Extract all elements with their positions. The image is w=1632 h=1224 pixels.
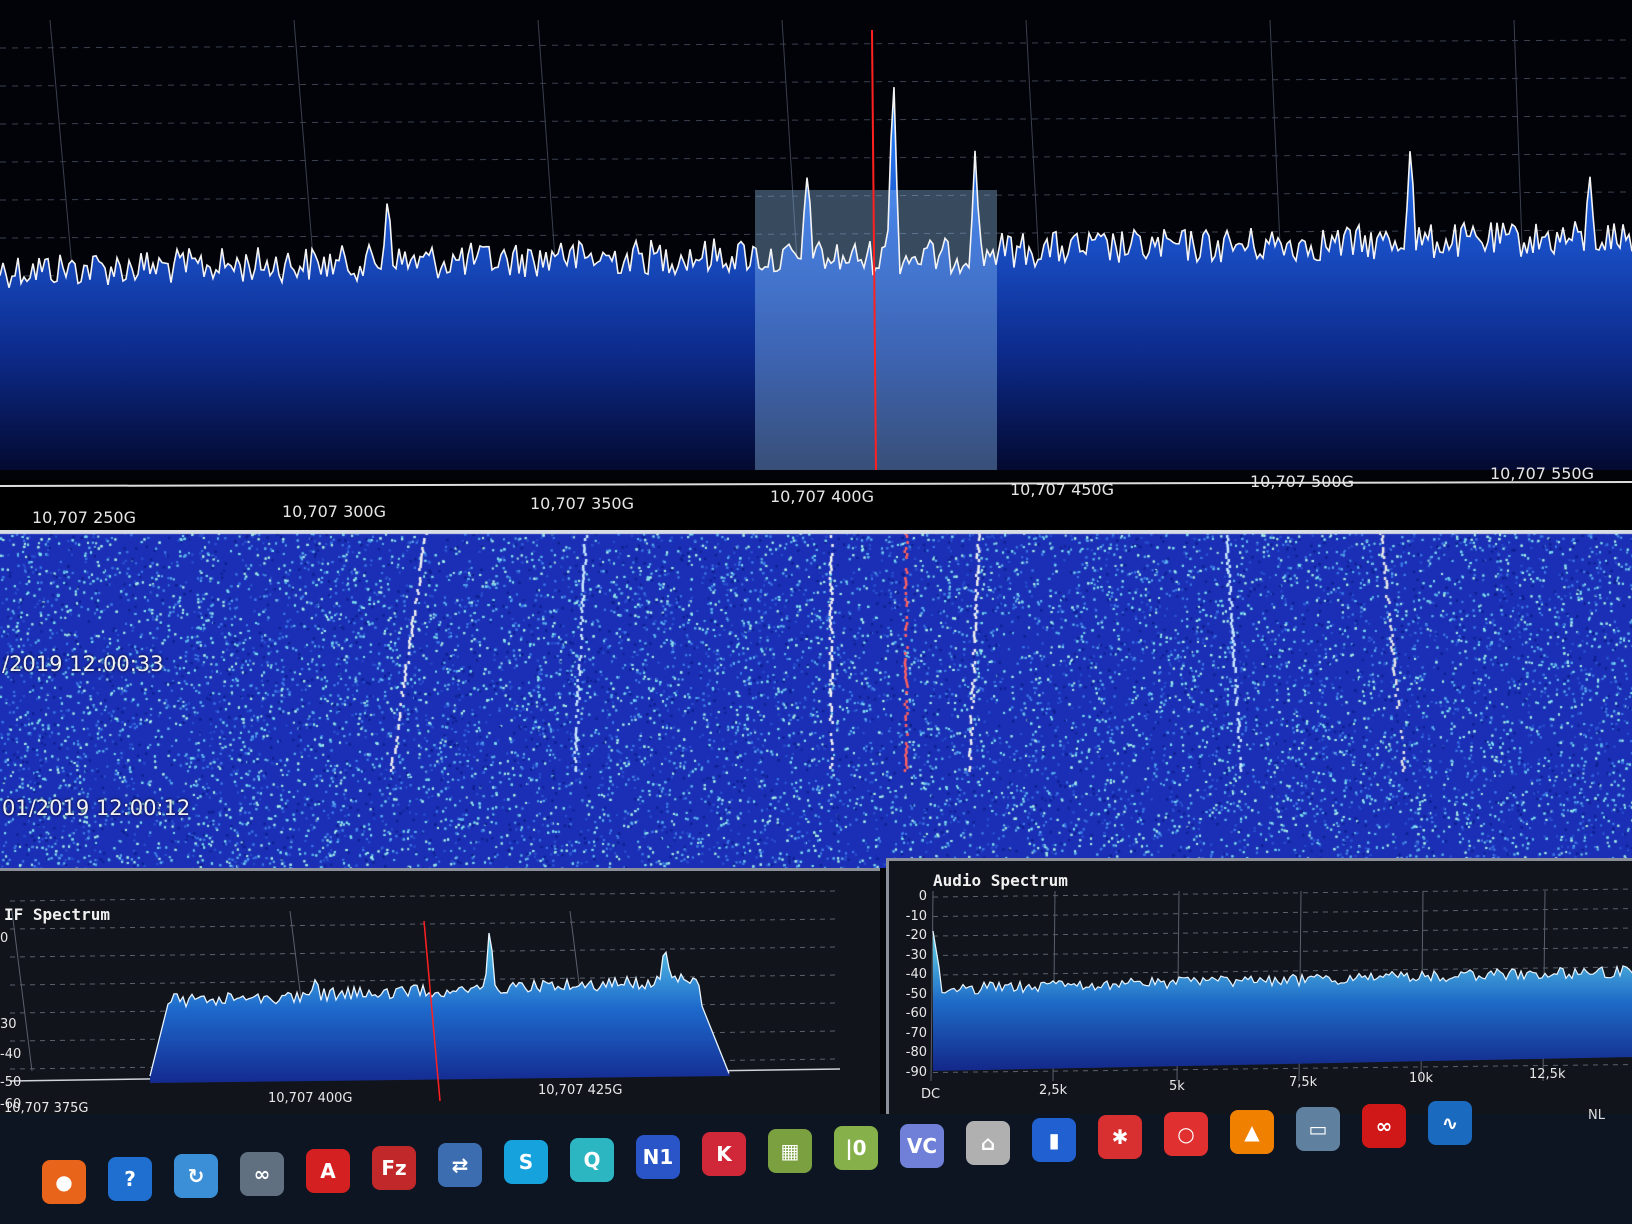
audio-x-tick: 5k — [1169, 1079, 1185, 1094]
chart-icon[interactable]: ▦ — [768, 1129, 812, 1174]
audio-y-tick: -50 — [905, 986, 927, 1002]
acrobat-icon[interactable]: A — [306, 1148, 350, 1193]
firefox-icon[interactable]: ● — [42, 1160, 86, 1204]
audio-x-tick: 7,5k — [1289, 1075, 1318, 1090]
audio-x-tick: 10k — [1409, 1071, 1434, 1086]
skype-icon[interactable]: S — [504, 1140, 548, 1185]
audio-y-tick: -80 — [905, 1045, 927, 1060]
if-spectrum-fill — [150, 933, 730, 1083]
flag-icon[interactable]: ▮ — [1032, 1118, 1076, 1162]
audio-y-tick: 0 — [918, 889, 927, 904]
if-spectrum-panel[interactable]: IF Spectrum 0 30 -40 -50 -60 10,707 375G… — [0, 868, 880, 1117]
qsl-icon[interactable]: K — [702, 1132, 746, 1176]
freq-label: 10,707 450G — [1010, 480, 1115, 499]
audio-y-tick: -60 — [905, 1006, 927, 1021]
waterfall-canvas[interactable] — [0, 530, 1632, 868]
audio-y-tick: -10 — [905, 908, 927, 924]
freq-label: 10,707 500G — [1250, 472, 1355, 491]
audio-spectrum-panel[interactable]: Audio Spectrum 0 -10 -20 -30 -40 -50 -60 -70 -80… — [886, 858, 1632, 1117]
n1mm-icon[interactable]: N1 — [636, 1134, 680, 1179]
freq-label: 10,707 550G — [1490, 464, 1595, 483]
sync-icon[interactable]: ↻ — [174, 1154, 218, 1199]
if-spectrum-plot[interactable] — [0, 871, 880, 1117]
quicktime-icon[interactable]: Q — [570, 1137, 614, 1182]
sdr-icon[interactable]: ∿ — [1428, 1101, 1472, 1146]
photo-icon[interactable]: ▭ — [1296, 1106, 1340, 1151]
filezilla-icon[interactable]: Fz — [372, 1146, 416, 1190]
ring-icon[interactable]: ○ — [1164, 1112, 1208, 1157]
freq-label: 10,707 400G — [770, 487, 875, 506]
audio-y-tick: -20 — [905, 928, 927, 943]
audio-x-tick: 12,5k — [1529, 1067, 1566, 1082]
waterfall-timestamp: 01/2019 12:00:12 — [2, 796, 191, 820]
audio-y-tick: -90 — [905, 1064, 927, 1080]
creative-cloud-icon[interactable]: ∞ — [1362, 1104, 1406, 1148]
vc-icon[interactable]: VC — [900, 1123, 944, 1168]
tower-icon[interactable]: ⌂ — [966, 1120, 1010, 1165]
audio-y-tick: -70 — [905, 1025, 927, 1041]
waterfall-timestamp: /2019 12:00:33 — [2, 652, 164, 676]
vlc-icon[interactable]: ▲ — [1230, 1109, 1274, 1154]
if-spectrum-title: IF Spectrum — [4, 905, 110, 924]
audio-spectrum-plot[interactable] — [889, 861, 1632, 1117]
freq-label: 10,707 300G — [282, 502, 387, 521]
if-y-tick: 30 — [0, 1017, 17, 1032]
if-x-tick: 10,707 425G — [538, 1083, 623, 1098]
audio-x-tick: DC — [921, 1087, 941, 1102]
freq-label: 10,707 250G — [32, 508, 137, 527]
if-y-tick: -50 — [0, 1075, 22, 1090]
network-icon[interactable]: ∞ — [240, 1151, 284, 1196]
main-spectrum-plot[interactable] — [0, 0, 1632, 480]
help-icon[interactable]: ? — [108, 1157, 152, 1202]
connection-icon[interactable]: ⇄ — [438, 1143, 482, 1188]
freq-label: 10,707 350G — [530, 494, 635, 513]
if-y-tick: 0 — [0, 931, 9, 946]
audio-y-tick: -40 — [905, 967, 927, 982]
if-x-tick: 10,707 400G — [268, 1091, 353, 1106]
audio-x-tick: 2,5k — [1039, 1083, 1068, 1098]
waterfall-display[interactable] — [0, 530, 1632, 868]
audio-y-tick: -30 — [905, 947, 927, 963]
language-indicator[interactable]: NL — [1588, 1108, 1605, 1123]
audio-spectrum-title: Audio Spectrum — [933, 871, 1068, 890]
audio-spectrum-fill — [933, 931, 1632, 1071]
splash-icon[interactable]: ✱ — [1098, 1115, 1142, 1160]
if-y-tick: -40 — [0, 1047, 22, 1062]
main-spectrum-panel[interactable] — [0, 0, 1632, 480]
log-icon[interactable]: |0 — [834, 1126, 878, 1171]
